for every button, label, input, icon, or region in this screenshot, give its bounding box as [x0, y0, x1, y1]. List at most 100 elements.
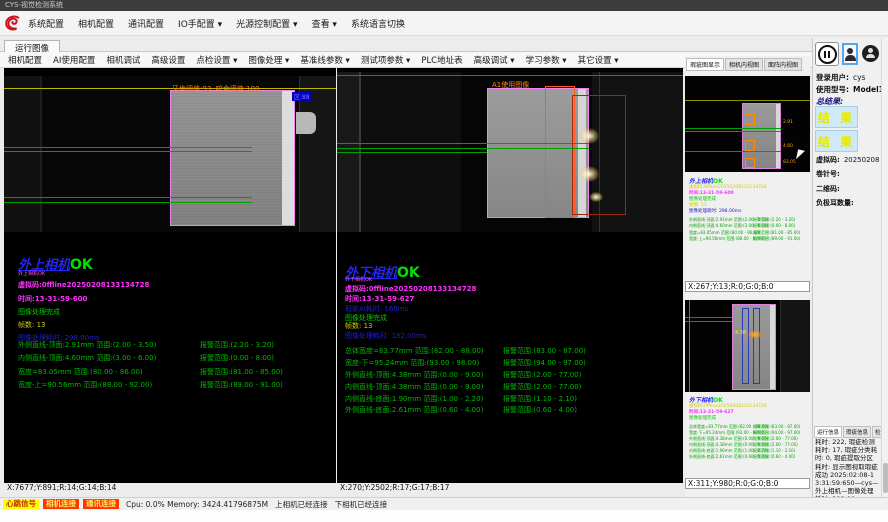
- toolbar-item[interactable]: 高级调试 ▾: [474, 54, 515, 66]
- qr-label: 二维码:: [816, 184, 840, 194]
- baseline-green: [337, 75, 683, 76]
- elapsed-line: 图像处理耗时: 298.00ms: [689, 209, 807, 215]
- measure-line: [4, 151, 252, 152]
- status-ok: OK: [713, 178, 723, 185]
- toolbar-item[interactable]: 其它设置 ▾: [578, 54, 619, 66]
- dimension-label: 2.91: [783, 120, 793, 125]
- menu-item[interactable]: IO手配置 ▾: [178, 17, 222, 30]
- toolbar-item[interactable]: 点检设置 ▾: [196, 54, 237, 66]
- user-icon: [847, 48, 853, 54]
- frames-line: 帧数: 13: [345, 321, 373, 331]
- measure-line: [337, 143, 589, 144]
- menu-items: 系统配置 相机配置 通讯配置 IO手配置 ▾ 光源控制配置 ▾ 查看 ▾ 系统语言切换: [28, 11, 405, 36]
- mouse-cursor: [796, 149, 805, 160]
- toolbar-item[interactable]: 相机配置: [8, 54, 42, 66]
- highlight-blob: [579, 166, 599, 182]
- toolbar-item[interactable]: 学习参数 ▾: [526, 54, 567, 66]
- camera-connect-badge: 相机连接: [43, 499, 79, 509]
- menu-item[interactable]: 相机配置: [78, 17, 114, 30]
- view-tab-strip: 运行图像: [0, 36, 812, 52]
- measurement-row: 宽度-上=90.56mm 范围:(88.00 - 92.00) 报警范围:(89…: [18, 380, 330, 393]
- status-ok: OK: [70, 257, 93, 273]
- measure-line: [337, 148, 589, 149]
- status-bar: 心跳信号 相机连接 通讯连接 Cpu: 0.0% Memory: 3424.41…: [0, 497, 888, 510]
- menu-item[interactable]: 系统语言切换: [351, 17, 405, 30]
- tab-array-view[interactable]: 面阵内视图: [764, 58, 802, 71]
- ai-image-overlay-label: A1使用图像: [492, 80, 529, 90]
- toolbar-item[interactable]: 测试项参数 ▾: [361, 54, 410, 66]
- camera-view-lower-outer[interactable]: A1使用图像 外下相机OK 外下相机OK 虚拟码:0ffline20250208…: [337, 68, 683, 493]
- measurement-value: 宽度-上=90.56mm 范围:(88.00 - 92.00): [18, 380, 152, 390]
- flaw-view-tabs: 瑕疵图显示 相机内视图 面阵内视图: [686, 58, 802, 71]
- mini-result-block-top: 外上相机OK 虚拟码:0ffline20250208133134728 时间:1…: [689, 176, 807, 243]
- measurement-row: 外侧直线-底面:2.61mm 范围:(0.60 - 4.00) 报警范围:(0.…: [689, 454, 807, 460]
- image-edge: [780, 300, 781, 392]
- done-line: 图像处理完成: [18, 307, 60, 317]
- measure-line: [337, 152, 487, 153]
- measure-line: [685, 151, 781, 152]
- login-user-value: cys: [853, 73, 865, 82]
- tab-flaw-display[interactable]: 瑕疵图显示: [686, 58, 724, 71]
- negative-tab-count-label: 负极耳数量:: [816, 198, 854, 208]
- measurement-value: 内侧直线-底面:1.90mm 范围:(1.00 - 2.20): [345, 394, 483, 404]
- menu-item[interactable]: 查看 ▾: [312, 17, 337, 30]
- toolbar-item[interactable]: AI使用配置: [53, 54, 95, 66]
- measurement-row: 宽度=83.05mm 范围:(80.00 - 86.00) 报警范围:(81.0…: [18, 367, 330, 380]
- alarm-range: 报警范围:(0.60 - 4.00): [753, 454, 795, 460]
- flaw-image-bottom[interactable]: 4.38: [685, 300, 810, 392]
- panel-scrollbar[interactable]: [881, 38, 888, 497]
- frames-line: 帧数: 13: [18, 320, 46, 330]
- toolbar-item[interactable]: 图像处理 ▾: [248, 54, 289, 66]
- dimension-label: 83.05: [783, 160, 796, 165]
- camera-name: 外下相机: [689, 397, 713, 404]
- measurement-table-mini: 外侧直线-顶面:2.91mm 范围:(2.00 - 3.50) 报警范围:(2.…: [689, 217, 807, 243]
- alarm-range: 报警范围:(81.00 - 85.00): [200, 367, 283, 377]
- alarm-range: 报警范围:(83.00 - 87.00): [503, 346, 586, 356]
- tab-run-info[interactable]: 运行信息: [814, 426, 842, 438]
- camera-result-title: 外上相机OK: [689, 176, 807, 185]
- camera-result-title: 外下相机OK: [689, 395, 807, 404]
- user-button-selected[interactable]: [842, 43, 858, 65]
- pause-icon: [818, 45, 837, 64]
- pause-button[interactable]: [815, 42, 839, 66]
- model-row: 使用型号:Model1: [816, 84, 884, 95]
- camera-subtitle: 外上相机OK: [18, 270, 45, 277]
- measurement-row: 外侧直线-底面:2.61mm 范围:(0.60 - 4.00) 报警范围:(0.…: [345, 405, 675, 417]
- scrollbar-thumb[interactable]: [883, 463, 888, 493]
- measurement-value: 宽度=83.05mm 范围:(80.00 - 86.00): [689, 230, 760, 236]
- menu-item[interactable]: 系统配置: [28, 17, 64, 30]
- menu-item[interactable]: 光源控制配置 ▾: [236, 17, 297, 30]
- tab-flaw-info[interactable]: 瑕疵信息: [843, 426, 871, 438]
- flaw-image-top[interactable]: 2.91 4.60 83.05: [685, 76, 810, 172]
- pixel-coords-readout: X:270;Y:2502;R:17;G:17;B:17: [337, 483, 683, 493]
- alarm-range: 报警范围:(2.00 - 77.00): [503, 382, 581, 392]
- toolbar-item[interactable]: 高级设置: [151, 54, 185, 66]
- menu-item[interactable]: 通讯配置: [128, 17, 164, 30]
- measurement-value: 内侧直线-顶面:4.60mm 范围:(3.00 - 6.00): [18, 353, 156, 363]
- operator-button[interactable]: [862, 45, 879, 62]
- measurement-row: 宽度-下=95.24mm 范围:(93.00 - 98.00) 报警范围:(94…: [345, 358, 675, 370]
- pixel-coords-readout: X:7677;Y:891;R:14;G:14;B:14: [4, 483, 336, 493]
- measurement-row: 宽度-上=90.56mm 范围:(88.00 - 92.00) 报警范围:(89…: [689, 236, 807, 242]
- highlight-blob: [589, 192, 603, 202]
- barcode-row: 虚拟码:20250208: [816, 155, 879, 165]
- measurement-table-mini: 总体宽度=83.77mm 范围:(82.00 - 88.00) 报警范围:(83…: [689, 424, 807, 460]
- defect-marker: [745, 158, 755, 168]
- roi-bar-blue: [742, 308, 749, 384]
- login-user-row: 登录用户:cys: [816, 72, 865, 83]
- done-line: 图像处理完成: [689, 416, 807, 422]
- toolbar-item[interactable]: 相机调试: [106, 54, 140, 66]
- app-window: CYS-视觉检测系统 系统配置相机配置通讯配置IO手配置 ▾光源控制配置 ▾查看…: [0, 0, 888, 522]
- measurement-value: 外侧直线-顶面:4.38mm 范围:(0.00 - 9.00): [345, 370, 483, 380]
- tab-camera-view[interactable]: 相机内视图: [725, 58, 763, 71]
- toolbar-item[interactable]: PLC地址表: [421, 54, 462, 66]
- alarm-range: 报警范围:(2.00 - 77.00): [503, 370, 581, 380]
- measurement-value: 宽度-下=95.24mm 范围:(93.00 - 98.00): [345, 358, 479, 368]
- baseline-olive-vertical: [689, 300, 690, 392]
- camera-view-upper-outer[interactable]: 牙齿阈值:93, 咬合阈值:100 区:88 外上相机OK 外上相机OK 虚拟码…: [4, 68, 336, 493]
- alarm-range: 报警范围:(94.00 - 97.00): [503, 358, 586, 368]
- camera-name: 外上相机: [689, 178, 713, 185]
- heartbeat-status-badge: 心跳信号: [3, 499, 39, 509]
- toolbar-item[interactable]: 基准线参数 ▾: [300, 54, 349, 66]
- barcode-line: 虚拟码:0ffline20250208133134728: [345, 284, 476, 294]
